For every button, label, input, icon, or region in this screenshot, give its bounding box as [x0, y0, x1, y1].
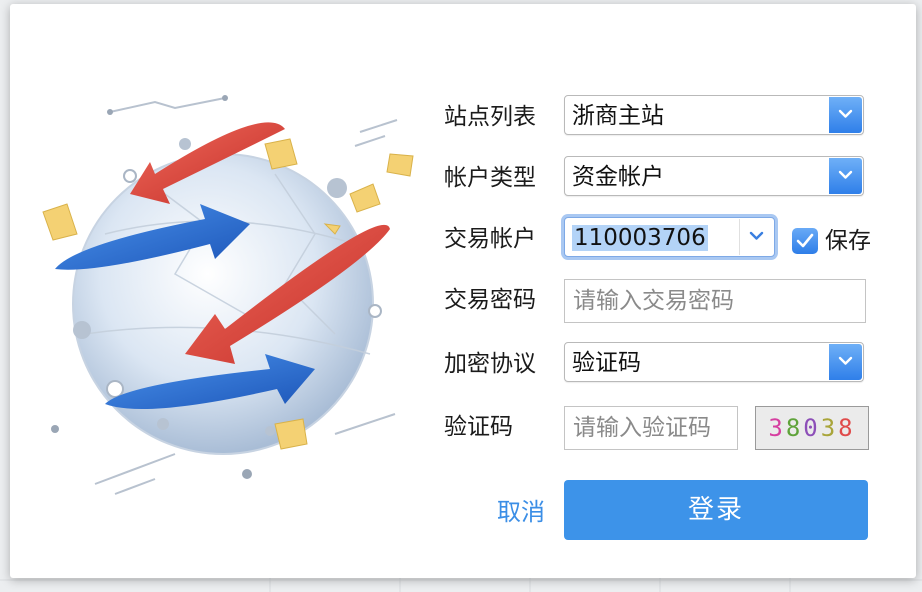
globe-arrows-icon	[42, 95, 414, 495]
trade-account-select[interactable]: 110003706	[564, 217, 775, 257]
account-type-value: 资金帐户	[572, 164, 664, 190]
captcha-char: 3	[820, 414, 839, 442]
save-label[interactable]: 保存	[825, 226, 871, 256]
checkmark-icon	[796, 233, 814, 248]
captcha-char: 0	[803, 414, 821, 442]
chevron-down-icon[interactable]	[829, 97, 862, 133]
encryption-protocol-label: 加密协议	[444, 351, 536, 377]
captcha-char: 8	[838, 414, 856, 442]
captcha-char: 8	[785, 414, 804, 442]
trade-account-label: 交易帐户	[444, 226, 536, 252]
cancel-link[interactable]: 取消	[497, 497, 545, 527]
site-list-select[interactable]: 浙商主站	[564, 95, 864, 135]
trade-password-input[interactable]	[565, 280, 865, 322]
trade-account-value: 110003706	[572, 225, 708, 251]
account-type-label: 帐户类型	[444, 165, 536, 191]
login-dialog: 站点列表 浙商主站 帐户类型 资金帐户 交易帐户 110003706 保存 交易…	[10, 4, 916, 578]
captcha-input[interactable]	[565, 407, 737, 449]
trade-password-field[interactable]	[564, 279, 866, 323]
save-checkbox[interactable]	[792, 228, 818, 254]
captcha-image[interactable]: 38038	[755, 406, 869, 450]
captcha-label: 验证码	[444, 414, 513, 440]
encryption-protocol-select[interactable]: 验证码	[564, 342, 864, 382]
captcha-field[interactable]	[564, 406, 738, 450]
chevron-down-icon[interactable]	[829, 344, 862, 380]
chevron-down-icon[interactable]	[739, 219, 773, 255]
encryption-protocol-value: 验证码	[572, 350, 641, 376]
captcha-char: 3	[768, 414, 786, 442]
site-list-value: 浙商主站	[572, 103, 664, 129]
site-list-label: 站点列表	[444, 104, 536, 130]
trade-password-label: 交易密码	[444, 287, 536, 313]
chevron-down-icon[interactable]	[829, 158, 862, 194]
login-button[interactable]: 登录	[564, 480, 868, 540]
account-type-select[interactable]: 资金帐户	[564, 156, 864, 196]
